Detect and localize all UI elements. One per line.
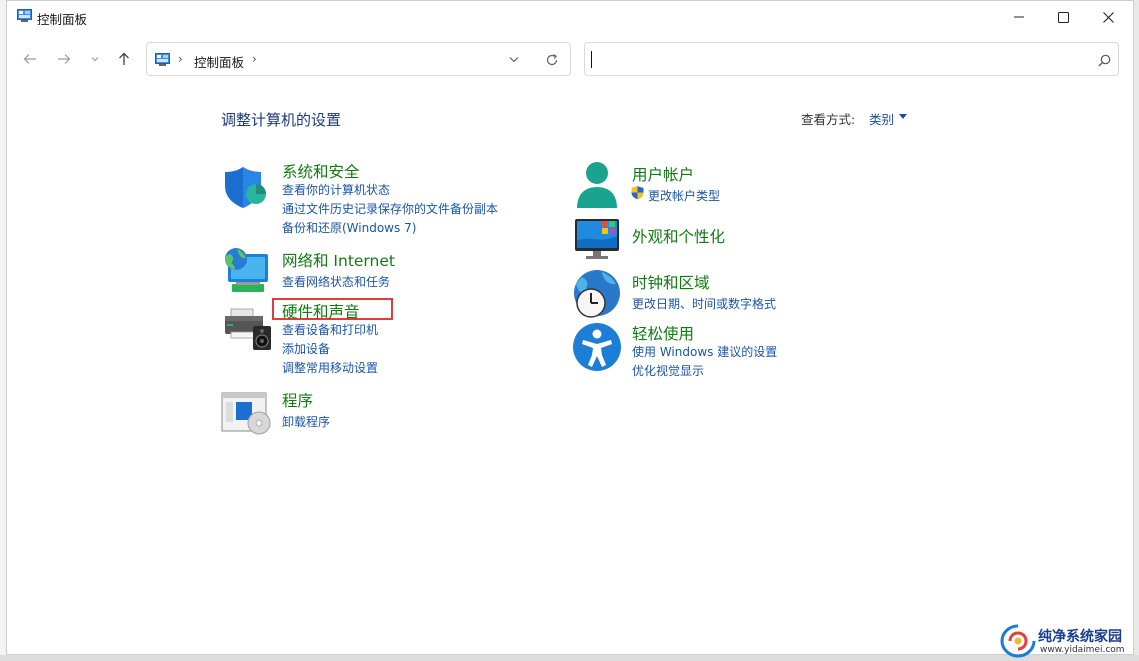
link-add-device[interactable]: 添加设备 <box>282 340 330 357</box>
back-button[interactable] <box>20 49 40 69</box>
page-heading: 调整计算机的设置 <box>221 111 342 129</box>
forward-button[interactable] <box>54 49 74 69</box>
text-caret <box>591 51 592 68</box>
recent-locations-button[interactable] <box>85 49 105 69</box>
category-programs[interactable]: 程序 <box>282 389 313 411</box>
link-mobility-settings[interactable]: 调整常用移动设置 <box>282 359 378 376</box>
maximize-button[interactable] <box>1040 1 1086 33</box>
minimize-button[interactable] <box>996 1 1042 33</box>
watermark: 纯净系统家园 www.yidaimei.com <box>1000 624 1138 660</box>
clock-globe-icon[interactable] <box>572 268 622 318</box>
search-field[interactable] <box>584 42 1119 76</box>
breadcrumb-control-panel[interactable]: 控制面板 <box>194 52 244 71</box>
address-bar[interactable]: › 控制面板 › <box>146 42 571 76</box>
caret-down-icon[interactable] <box>899 114 907 119</box>
minimize-icon <box>1014 16 1024 18</box>
watermark-title: 纯净系统家园 <box>1038 629 1122 645</box>
link-change-account-type[interactable]: 更改帐户类型 <box>648 187 720 204</box>
link-change-date-time-format[interactable]: 更改日期、时间或数字格式 <box>632 295 776 312</box>
control-panel-icon <box>155 53 170 66</box>
breadcrumb-separator[interactable]: › <box>178 52 183 66</box>
address-dropdown-icon[interactable] <box>509 56 519 63</box>
link-optimize-visual-display[interactable]: 优化视觉显示 <box>632 362 704 379</box>
link-uninstall-program[interactable]: 卸载程序 <box>282 413 330 430</box>
link-view-computer-status[interactable]: 查看你的计算机状态 <box>282 181 390 198</box>
link-windows-suggested-settings[interactable]: 使用 Windows 建议的设置 <box>632 343 777 360</box>
view-by-label: 查看方式: <box>801 112 856 127</box>
printer-speaker-icon[interactable] <box>223 306 273 352</box>
breadcrumb-separator[interactable]: › <box>252 52 257 66</box>
up-button[interactable] <box>114 49 134 69</box>
category-system-security[interactable]: 系统和安全 <box>282 160 360 182</box>
link-network-status[interactable]: 查看网络状态和任务 <box>282 273 390 290</box>
category-hardware-sound[interactable]: 硬件和声音 <box>282 300 360 322</box>
back-arrow-icon <box>23 54 36 64</box>
monitor-palette-icon[interactable] <box>574 217 622 261</box>
forward-arrow-icon <box>58 54 71 64</box>
category-clock-region[interactable]: 时钟和区域 <box>632 271 710 293</box>
network-globe-icon[interactable] <box>222 246 270 294</box>
category-user-accounts[interactable]: 用户帐户 <box>632 163 694 185</box>
link-backup-restore[interactable]: 备份和还原(Windows 7) <box>282 219 416 236</box>
watermark-logo-icon <box>1000 624 1036 658</box>
link-devices-printers[interactable]: 查看设备和打印机 <box>282 321 378 338</box>
shield-icon[interactable] <box>223 164 269 210</box>
control-panel-icon <box>17 9 32 22</box>
programs-disc-icon[interactable] <box>221 391 271 437</box>
category-appearance-personalization[interactable]: 外观和个性化 <box>632 225 725 247</box>
category-network-internet[interactable]: 网络和 Internet <box>282 249 395 271</box>
view-by-dropdown[interactable]: 类别 <box>869 109 894 128</box>
close-button[interactable] <box>1085 1 1131 33</box>
window-title: 控制面板 <box>37 12 88 27</box>
search-icon[interactable] <box>1098 54 1111 67</box>
title-bar[interactable]: 控制面板 <box>7 1 1133 33</box>
uac-shield-icon <box>631 186 644 200</box>
up-arrow-icon <box>119 52 129 65</box>
close-icon <box>1102 11 1114 23</box>
accessibility-icon[interactable] <box>572 322 622 372</box>
link-file-history-backup[interactable]: 通过文件历史记录保存你的文件备份副本 <box>282 200 498 217</box>
user-icon[interactable] <box>574 160 620 210</box>
control-panel-window: 控制面板 › 控制面板 › 调整计算机的设置 查看方式: 类别 系统和安全 查看… <box>6 0 1134 655</box>
background-bottom <box>0 655 1139 661</box>
chevron-down-icon <box>91 57 99 62</box>
refresh-icon[interactable] <box>545 53 559 67</box>
category-ease-of-access[interactable]: 轻松使用 <box>632 322 694 344</box>
maximize-icon <box>1057 11 1069 23</box>
watermark-url: www.yidaimei.com <box>1040 645 1125 655</box>
